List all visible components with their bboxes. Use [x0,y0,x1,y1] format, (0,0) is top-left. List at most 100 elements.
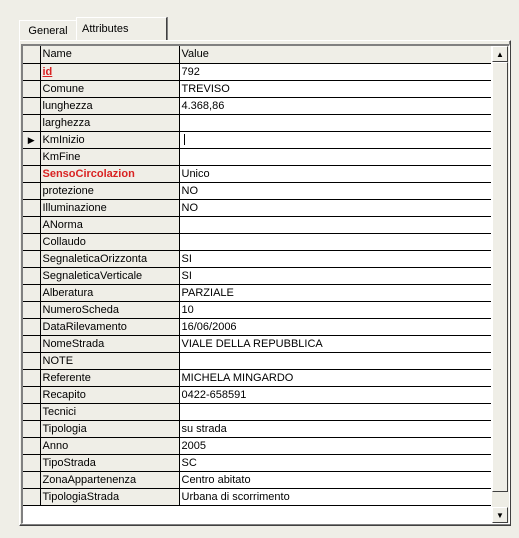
column-header-value[interactable]: Value [179,46,493,64]
row-selector[interactable] [23,437,41,455]
text-cursor [183,134,185,146]
table-row[interactable]: larghezza [23,114,493,132]
attribute-name-cell: SensoCircolazion [40,165,180,183]
attribute-value-cell[interactable]: NO [179,199,493,217]
attribute-value-cell[interactable]: SC [179,454,493,472]
table-row[interactable]: Referente MICHELA MINGARDO [23,369,493,387]
attribute-value-cell[interactable]: SI [179,250,493,268]
attribute-value-cell[interactable] [179,352,493,370]
table-row[interactable]: ▶ KmInizio [23,131,493,149]
table-row[interactable]: SensoCircolazion Unico [23,165,493,183]
attribute-name-cell: TipoStrada [40,454,180,472]
table-row[interactable]: KmFine [23,148,493,166]
row-selector[interactable] [23,471,41,489]
row-selector[interactable] [23,454,41,472]
table-row[interactable]: TipoStrada SC [23,454,493,472]
table-row[interactable]: ANorma [23,216,493,234]
attribute-name-cell: NomeStrada [40,335,180,353]
table-row[interactable]: TipologiaStrada Urbana di scorrimento [23,488,493,506]
attribute-name-cell: Tipologia [40,420,180,438]
scroll-down-button[interactable]: ▼ [492,507,508,523]
row-selector[interactable] [23,114,41,132]
row-selector[interactable] [23,97,41,115]
row-selector[interactable] [23,233,41,251]
attribute-name-cell: SegnaleticaOrizzonta [40,250,180,268]
attribute-value-cell[interactable] [179,403,493,421]
attribute-value-cell[interactable]: NO [179,182,493,200]
table-row[interactable]: Recapito 0422-658591 [23,386,493,404]
attribute-value-cell[interactable]: su strada [179,420,493,438]
table-row[interactable]: NOTE [23,352,493,370]
table-row[interactable]: NumeroScheda 10 [23,301,493,319]
row-selector[interactable] [23,403,41,421]
vertical-scrollbar[interactable]: ▲ ▼ [491,46,509,523]
attribute-value-cell[interactable]: SI [179,267,493,285]
attribute-value-cell[interactable]: Centro abitato [179,471,493,489]
attribute-name-cell: lunghezza [40,97,180,115]
tab-general[interactable]: General [19,20,77,40]
table-row[interactable]: Comune TREVISO [23,80,493,98]
attribute-value-cell[interactable]: 16/06/2006 [179,318,493,336]
row-selector[interactable] [23,420,41,438]
table-row[interactable]: lunghezza 4.368,86 [23,97,493,115]
attribute-value-cell[interactable]: MICHELA MINGARDO [179,369,493,387]
row-selector[interactable] [23,352,41,370]
table-row[interactable]: DataRilevamento 16/06/2006 [23,318,493,336]
table-row[interactable]: Tipologia su strada [23,420,493,438]
attribute-name-cell: Illuminazione [40,199,180,217]
table-row[interactable]: SegnaleticaVerticale SI [23,267,493,285]
row-selector[interactable] [23,216,41,234]
row-selector[interactable] [23,250,41,268]
attribute-value-cell[interactable] [179,233,493,251]
table-row[interactable]: id 792 [23,63,493,81]
row-selector[interactable] [23,318,41,336]
row-selector[interactable]: ▶ [23,131,41,149]
scroll-up-button[interactable]: ▲ [492,46,508,62]
attribute-value-cell[interactable]: 10 [179,301,493,319]
attribute-name-cell: Recapito [40,386,180,404]
table-row[interactable]: Tecnici [23,403,493,421]
table-row[interactable]: Anno 2005 [23,437,493,455]
scrollbar-thumb[interactable] [492,62,508,492]
row-selector[interactable] [23,284,41,302]
attribute-value-cell[interactable]: 4.368,86 [179,97,493,115]
attribute-name-cell: id [40,63,180,81]
row-selector[interactable] [23,386,41,404]
table-row[interactable]: NomeStrada VIALE DELLA REPUBBLICA [23,335,493,353]
column-header-name[interactable]: Name [40,46,180,64]
row-selector[interactable] [23,148,41,166]
attribute-value-cell[interactable]: VIALE DELLA REPUBBLICA [179,335,493,353]
attribute-value-cell[interactable] [179,216,493,234]
row-selector[interactable] [23,80,41,98]
attribute-value-cell[interactable]: PARZIALE [179,284,493,302]
attribute-value-cell[interactable] [179,148,493,166]
attribute-name-cell: DataRilevamento [40,318,180,336]
attribute-value-cell[interactable] [179,114,493,132]
attribute-value-cell[interactable]: Unico [179,165,493,183]
attribute-value-cell[interactable]: 0422-658591 [179,386,493,404]
row-selector[interactable] [23,301,41,319]
row-selector[interactable] [23,165,41,183]
table-row[interactable]: ZonaAppartenenza Centro abitato [23,471,493,489]
attribute-value-cell[interactable]: 792 [179,63,493,81]
row-selector[interactable] [23,182,41,200]
table-row[interactable]: protezione NO [23,182,493,200]
row-selector[interactable] [23,369,41,387]
attribute-value-cell[interactable] [179,131,493,149]
attribute-name-cell: ANorma [40,216,180,234]
tab-attributes[interactable]: Attributes [76,17,167,40]
attribute-value-cell[interactable]: Urbana di scorrimento [179,488,493,506]
attribute-name-cell: Alberatura [40,284,180,302]
row-selector[interactable] [23,267,41,285]
row-selector[interactable] [23,199,41,217]
attribute-value-cell[interactable]: 2005 [179,437,493,455]
table-row[interactable]: SegnaleticaOrizzonta SI [23,250,493,268]
table-row[interactable]: Collaudo [23,233,493,251]
row-selector[interactable] [23,63,41,81]
attributes-grid: Name Value id 792 Comune TREVISO lunghezza 4.… [21,44,510,524]
attribute-value-cell[interactable]: TREVISO [179,80,493,98]
table-row[interactable]: Alberatura PARZIALE [23,284,493,302]
row-selector[interactable] [23,488,41,506]
table-row[interactable]: Illuminazione NO [23,199,493,217]
row-selector[interactable] [23,335,41,353]
